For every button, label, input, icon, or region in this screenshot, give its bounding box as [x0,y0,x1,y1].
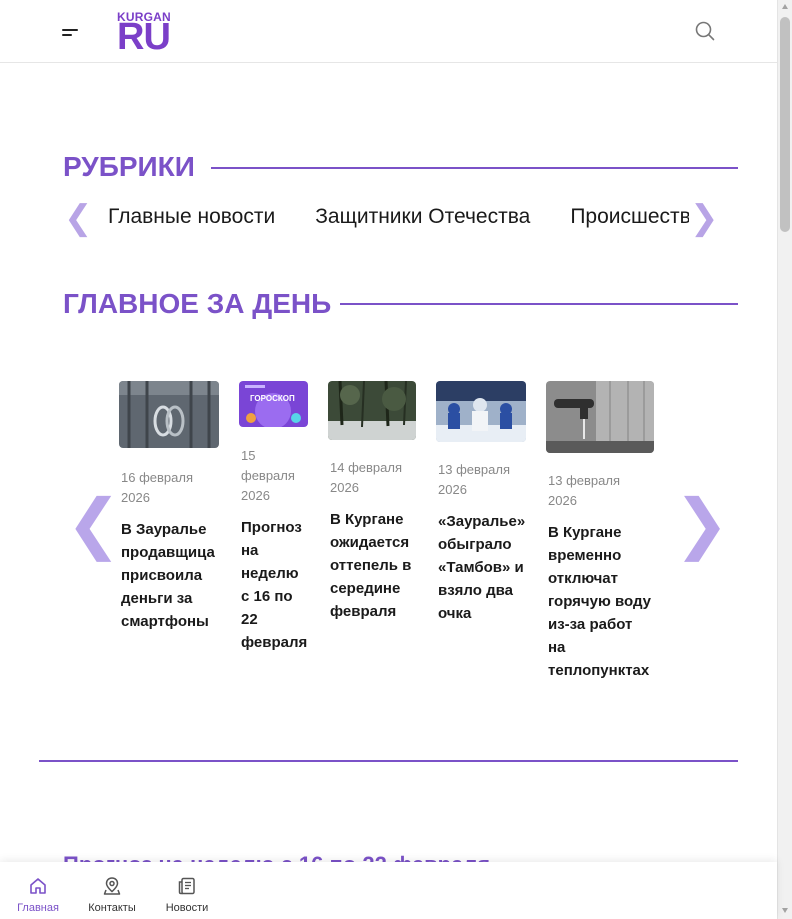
news-card[interactable]: ГОРОСКОП 15 февраля 2026 Прогноз на неде… [239,381,308,654]
scroll-up-arrow[interactable] [782,4,788,9]
news-headline: Прогноз на неделю с 16 по 22 февраля [241,519,308,651]
news-date: 14 февраля 2026 [330,460,402,495]
horoscope-image: ГОРОСКОП [239,381,308,427]
news-card[interactable]: 16 февраля 2026 В Зауралье продавщица пр… [119,381,219,633]
winter-trees-image [328,381,416,440]
rubric-item-main-news[interactable]: Главные новости [108,203,275,231]
news-next-arrow[interactable]: ❯ [674,488,729,558]
nav-home-label: Главная [17,902,59,914]
horoscope-banner-text: ГОРОСКОП [250,394,295,403]
news-date: 16 февраля 2026 [121,470,193,505]
nav-contacts[interactable]: Контакты [82,876,142,914]
nav-news-label: Новости [165,902,209,914]
news-prev-arrow[interactable]: ❮ [66,488,121,558]
hockey-image [436,381,526,442]
top-day-divider [340,303,738,305]
top-day-title: ГЛАВНОЕ ЗА ДЕНЬ [63,288,332,319]
rubric-item-incidents[interactable]: Происшествия [570,203,689,231]
nav-news[interactable]: Новости [157,876,217,914]
handcuffs-image [119,381,219,448]
newspaper-icon [178,877,195,895]
news-card[interactable]: 13 февраля 2026 В Кургане временно отклю… [546,381,654,682]
site-logo[interactable]: KURGAN RU [117,10,179,58]
news-headline: «Зауралье» обыграло «Тамбов» и взяло два… [438,513,526,622]
news-card[interactable]: 14 февраля 2026 В Кургане ожидается отте… [328,381,416,623]
scroll-down-arrow[interactable] [782,908,788,913]
search-icon[interactable] [695,21,715,41]
menu-icon[interactable] [62,29,80,37]
logo-main-text: RU [117,16,171,58]
news-date: 13 февраля 2026 [438,462,510,497]
home-icon [30,878,46,894]
rubric-item-defenders[interactable]: Защитники Отечества [315,203,530,231]
scroll-thumb[interactable] [780,17,790,232]
news-headline: В Кургане ожидается оттепель в середине … [330,511,412,620]
nav-home[interactable]: Главная [8,876,68,914]
news-card[interactable]: 13 февраля 2026 «Зауралье» обыграло «Там… [436,381,526,625]
rubrics-prev-arrow[interactable]: ❮ [64,200,93,236]
rubrics-next-arrow[interactable]: ❯ [690,200,719,236]
rubrics-title: РУБРИКИ [63,151,195,182]
site-header: KURGAN RU [0,0,777,63]
news-headline: В Зауралье продавщица присвоила деньги з… [121,521,215,630]
bottom-navigation: Главная Контакты Новости [0,862,777,919]
rubrics-divider [211,167,738,169]
page-scrollbar[interactable] [777,0,792,919]
news-date: 15 февраля 2026 [241,448,295,503]
rubrics-carousel: Главные новости Защитники Отечества Прои… [108,203,689,233]
section-divider [39,760,738,762]
map-pin-icon [103,877,121,895]
faucet-image [546,381,654,453]
news-date: 13 февраля 2026 [548,473,620,508]
news-headline: В Кургане временно отключат горячую воду… [548,524,651,679]
nav-contacts-label: Контакты [88,902,136,914]
